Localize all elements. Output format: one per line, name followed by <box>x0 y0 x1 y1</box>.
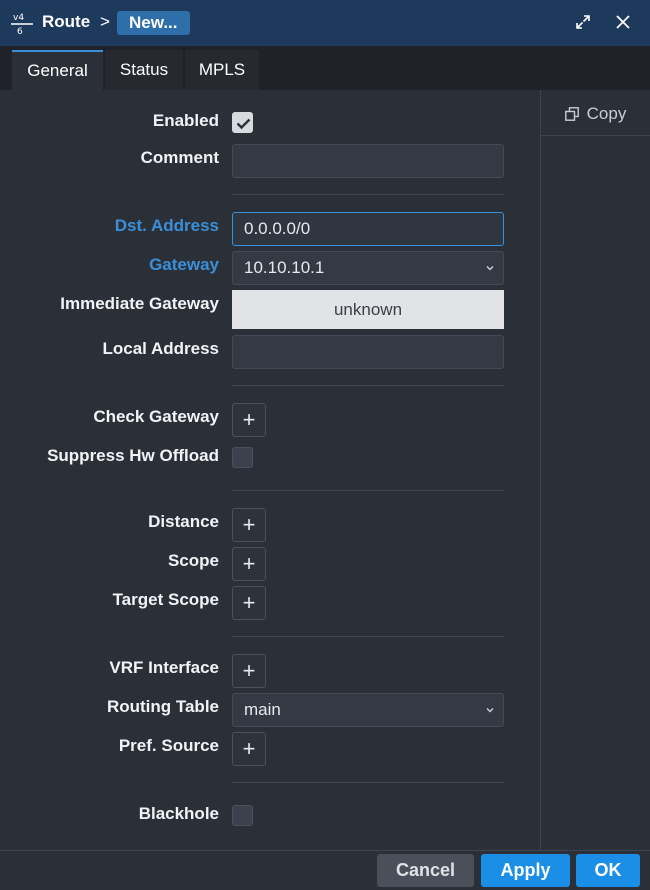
chevron-down-icon <box>486 707 494 713</box>
svg-text:6: 6 <box>17 27 23 35</box>
tab-status[interactable]: Status <box>105 50 183 90</box>
gateway-select[interactable]: 10.10.10.1 <box>232 251 504 285</box>
suppress-hw-offload-checkbox[interactable] <box>232 447 253 468</box>
routing-table-label: Routing Table <box>106 697 219 716</box>
comment-label: Comment <box>140 148 219 167</box>
dst-address-label: Dst. Address <box>114 216 219 235</box>
vrf-interface-label: VRF Interface <box>109 658 219 677</box>
chevron-down-icon <box>486 265 494 271</box>
distance-label: Distance <box>148 512 219 531</box>
maximize-icon[interactable] <box>574 13 592 31</box>
ok-button[interactable]: OK <box>576 854 640 887</box>
new-item-badge[interactable]: New... <box>117 11 190 35</box>
window-titlebar: v4 6 Route > New... <box>0 0 650 46</box>
section-divider <box>232 194 504 195</box>
side-panel-divider <box>540 90 541 850</box>
target-scope-label: Target Scope <box>112 590 219 609</box>
section-divider <box>232 782 504 783</box>
immediate-gateway-value: unknown <box>232 290 504 329</box>
svg-text:v4: v4 <box>13 13 24 23</box>
breadcrumb-separator: > <box>100 12 110 31</box>
immediate-gateway-label: Immediate Gateway <box>60 294 219 313</box>
dst-address-field[interactable]: 0.0.0.0/0 <box>232 212 504 246</box>
tab-general[interactable]: General <box>12 50 103 90</box>
apply-button[interactable]: Apply <box>481 854 570 887</box>
enabled-checkbox[interactable] <box>232 112 253 133</box>
check-gateway-add-button[interactable]: + <box>232 403 266 437</box>
scope-add-button[interactable]: + <box>232 547 266 581</box>
section-divider <box>232 385 504 386</box>
route-v4-v6-icon: v4 6 <box>11 13 33 35</box>
checkmark-icon <box>236 118 251 130</box>
suppress-hw-offload-label: Suppress Hw Offload <box>47 446 219 465</box>
pref-source-add-button[interactable]: + <box>232 732 266 766</box>
vrf-interface-add-button[interactable]: + <box>232 654 266 688</box>
blackhole-checkbox[interactable] <box>232 805 253 826</box>
section-divider <box>232 636 504 637</box>
enabled-label: Enabled <box>152 111 219 130</box>
window-title: Route <box>42 12 91 31</box>
copy-icon <box>564 106 579 121</box>
tab-mpls[interactable]: MPLS <box>185 50 259 90</box>
gateway-label: Gateway <box>149 255 219 274</box>
cancel-button[interactable]: Cancel <box>377 854 474 887</box>
distance-add-button[interactable]: + <box>232 508 266 542</box>
local-address-field[interactable] <box>232 335 504 369</box>
blackhole-label: Blackhole <box>138 804 219 823</box>
routing-table-select[interactable]: main <box>232 693 504 727</box>
check-gateway-label: Check Gateway <box>93 407 219 426</box>
tab-bar: General Status MPLS <box>0 46 650 90</box>
pref-source-label: Pref. Source <box>118 736 219 755</box>
copy-button[interactable]: Copy <box>541 92 650 136</box>
comment-field[interactable] <box>232 144 504 178</box>
target-scope-add-button[interactable]: + <box>232 586 266 620</box>
section-divider <box>232 490 504 491</box>
local-address-label: Local Address <box>102 339 219 358</box>
scope-label: Scope <box>167 551 219 570</box>
gateway-value: 10.10.10.1 <box>244 258 325 277</box>
copy-label: Copy <box>586 103 627 123</box>
routing-table-value: main <box>244 700 281 719</box>
close-icon[interactable] <box>612 11 634 33</box>
